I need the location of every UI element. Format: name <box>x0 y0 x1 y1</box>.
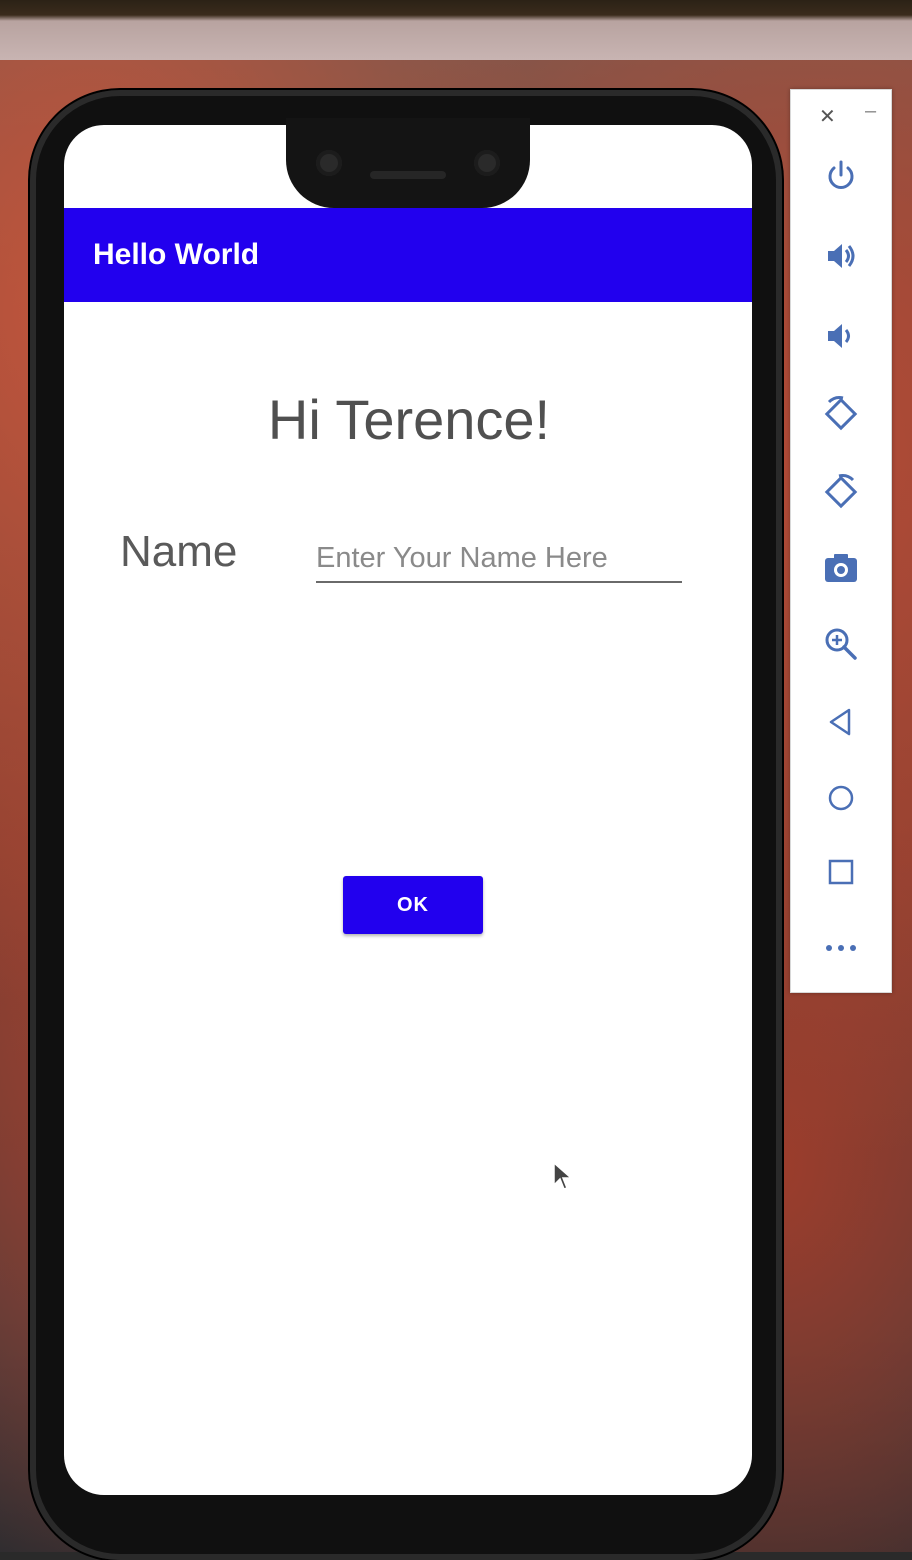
volume-down-button[interactable] <box>821 316 861 356</box>
mouse-pointer-icon <box>553 1161 573 1190</box>
power-icon <box>828 160 854 189</box>
zoom-button[interactable] <box>821 624 861 664</box>
app-bar: Hello World <box>64 208 752 302</box>
volume-up-icon <box>828 244 855 268</box>
overview-icon <box>828 859 854 885</box>
front-camera-icon <box>474 150 500 176</box>
earpiece-speaker <box>370 171 446 179</box>
emulator-toolbar: ✕ – <box>790 89 892 993</box>
rotate-left-button[interactable] <box>821 394 861 434</box>
minimize-icon[interactable]: – <box>865 100 876 123</box>
more-button[interactable] <box>821 928 861 968</box>
name-label: Name <box>120 527 238 576</box>
camera-icon <box>825 554 857 582</box>
front-camera-icon <box>316 150 342 176</box>
power-button[interactable] <box>821 156 861 196</box>
close-icon[interactable]: ✕ <box>819 104 836 129</box>
volume-down-icon <box>828 324 850 348</box>
toolbar-window-controls: ✕ – <box>791 100 891 130</box>
home-icon <box>828 785 854 811</box>
back-icon <box>829 708 851 736</box>
ok-button[interactable]: OK <box>343 876 483 934</box>
monitor-bezel <box>0 0 912 60</box>
screenshot-button[interactable] <box>821 548 861 588</box>
camera-notch <box>286 118 530 208</box>
zoom-icon <box>825 628 857 660</box>
rotate-right-icon <box>824 474 858 509</box>
more-icon <box>826 945 856 951</box>
rotate-left-icon <box>824 396 858 431</box>
greeting-text: Hi Terence! <box>267 388 551 451</box>
rotate-right-button[interactable] <box>821 472 861 512</box>
name-input[interactable] <box>316 535 682 583</box>
phone-screen: Hello World Hi Terence! Name OK <box>64 125 752 1495</box>
overview-button[interactable] <box>821 852 861 892</box>
app-title: Hello World <box>93 238 260 271</box>
home-button[interactable] <box>821 778 861 818</box>
back-button[interactable] <box>821 702 861 742</box>
volume-up-button[interactable] <box>821 236 861 276</box>
